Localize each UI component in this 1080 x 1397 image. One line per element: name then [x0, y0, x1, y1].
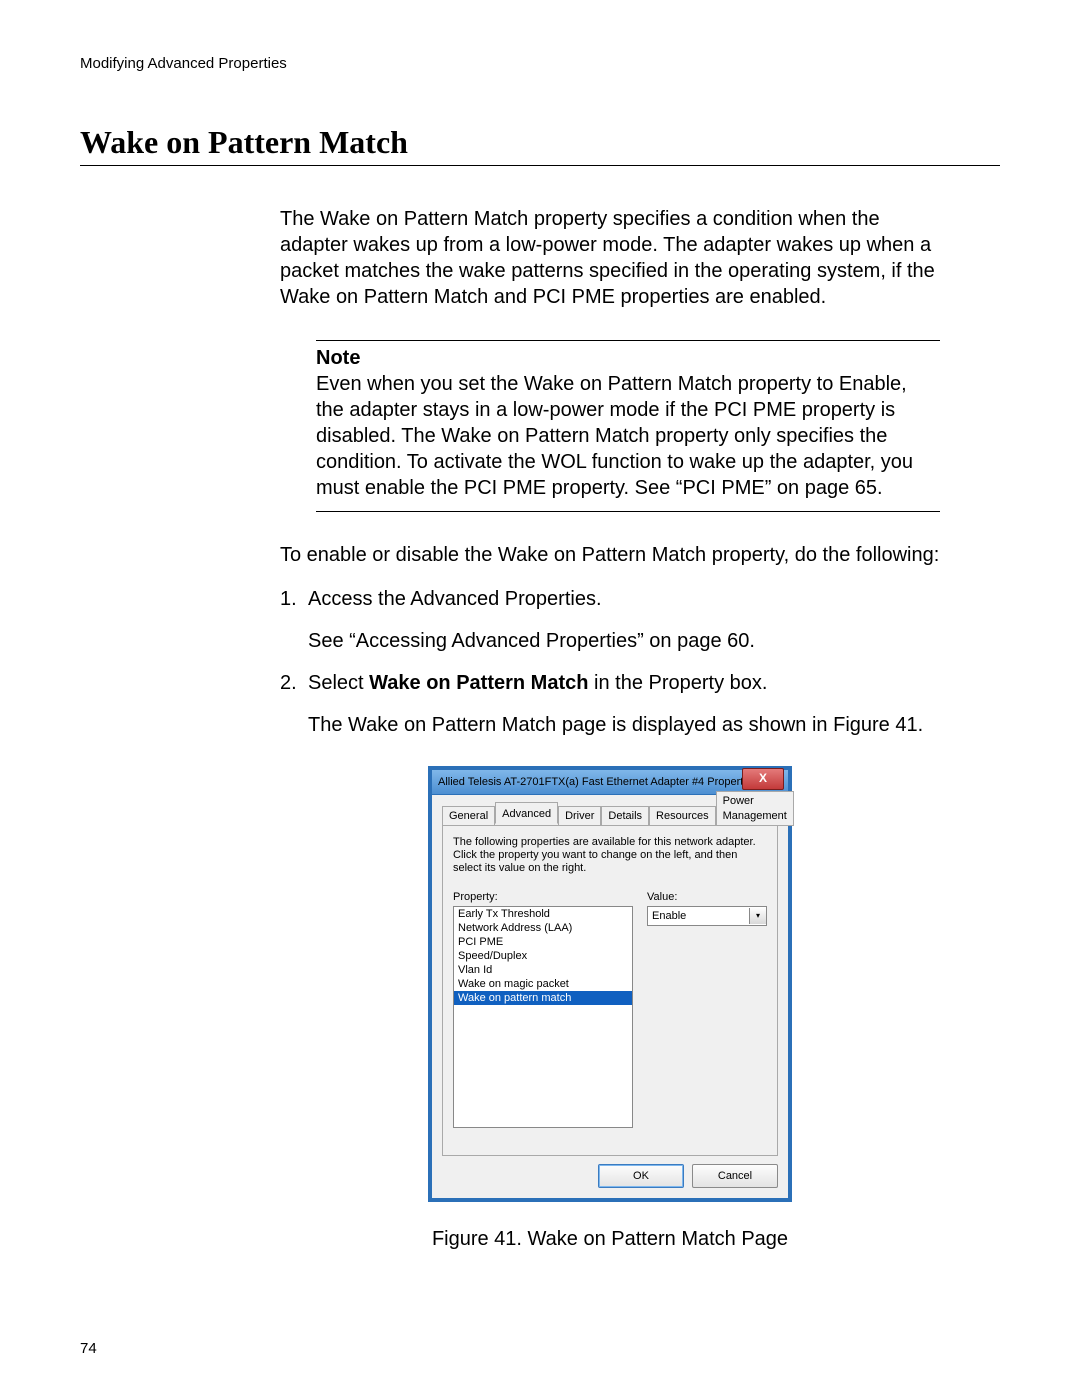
- property-listbox[interactable]: Early Tx Threshold Network Address (LAA)…: [453, 906, 633, 1128]
- value-combobox[interactable]: Enable ▾: [647, 906, 767, 926]
- document-page: Modifying Advanced Properties Wake on Pa…: [0, 0, 1080, 1397]
- content-column: The Wake on Pattern Match property speci…: [280, 206, 940, 1252]
- lead-in-paragraph: To enable or disable the Wake on Pattern…: [280, 542, 940, 568]
- tab-resources[interactable]: Resources: [649, 806, 716, 826]
- ok-button[interactable]: OK: [598, 1164, 684, 1188]
- tab-strip: General Advanced Driver Details Resource…: [442, 803, 778, 826]
- property-column: Property: Early Tx Threshold Network Add…: [453, 890, 633, 1128]
- property-row: Property: Early Tx Threshold Network Add…: [453, 890, 767, 1128]
- step-body: Select Wake on Pattern Match in the Prop…: [308, 670, 940, 696]
- close-icon: X: [759, 771, 767, 787]
- tab-power-management[interactable]: Power Management: [716, 791, 794, 826]
- step-2-bold: Wake on Pattern Match: [369, 672, 588, 694]
- step-2: 2. Select Wake on Pattern Match in the P…: [280, 670, 940, 696]
- step-1: 1. Access the Advanced Properties.: [280, 586, 940, 612]
- dialog-button-row: OK Cancel: [442, 1164, 778, 1188]
- step-2-sub: The Wake on Pattern Match page is displa…: [308, 712, 940, 738]
- rule: [316, 511, 940, 512]
- list-item-selected[interactable]: Wake on pattern match: [454, 991, 632, 1005]
- tab-advanced[interactable]: Advanced: [495, 802, 558, 824]
- step-number: 2.: [280, 670, 308, 696]
- panel-intro-text: The following properties are available f…: [453, 836, 767, 876]
- intro-paragraph: The Wake on Pattern Match property speci…: [280, 206, 940, 310]
- cancel-button[interactable]: Cancel: [692, 1164, 778, 1188]
- section-title: Wake on Pattern Match: [80, 124, 1000, 166]
- value-text: Enable: [648, 909, 749, 923]
- close-button[interactable]: X: [742, 768, 784, 790]
- step-2-pre: Select: [308, 672, 369, 694]
- step-2-post: in the Property box.: [588, 672, 767, 694]
- chevron-down-icon[interactable]: ▾: [749, 908, 766, 924]
- dialog-title: Allied Telesis AT-2701FTX(a) Fast Ethern…: [438, 775, 757, 789]
- advanced-panel: The following properties are available f…: [442, 826, 778, 1156]
- figure-caption: Figure 41. Wake on Pattern Match Page: [280, 1226, 940, 1252]
- note-text: Even when you set the Wake on Pattern Ma…: [316, 371, 940, 501]
- tab-general[interactable]: General: [442, 806, 495, 826]
- list-item[interactable]: Early Tx Threshold: [454, 907, 632, 921]
- running-header: Modifying Advanced Properties: [80, 55, 1000, 72]
- note-box: Note Even when you set the Wake on Patte…: [316, 340, 940, 512]
- list-item[interactable]: PCI PME: [454, 935, 632, 949]
- dialog-wrapper: Allied Telesis AT-2701FTX(a) Fast Ethern…: [280, 766, 940, 1202]
- list-item[interactable]: Wake on magic packet: [454, 977, 632, 991]
- tab-details[interactable]: Details: [601, 806, 649, 826]
- list-item[interactable]: Speed/Duplex: [454, 949, 632, 963]
- page-number: 74: [80, 1340, 97, 1357]
- list-item[interactable]: Vlan Id: [454, 963, 632, 977]
- step-number: 1.: [280, 586, 308, 612]
- dialog-body: General Advanced Driver Details Resource…: [432, 795, 788, 1198]
- rule: [316, 340, 940, 341]
- properties-dialog: Allied Telesis AT-2701FTX(a) Fast Ethern…: [428, 766, 792, 1202]
- step-1-sub: See “Accessing Advanced Properties” on p…: [308, 628, 940, 654]
- value-column: Value: Enable ▾: [647, 890, 767, 1128]
- step-body: Access the Advanced Properties.: [308, 586, 940, 612]
- tab-driver[interactable]: Driver: [558, 806, 601, 826]
- value-label: Value:: [647, 890, 767, 904]
- list-item[interactable]: Network Address (LAA): [454, 921, 632, 935]
- note-heading: Note: [316, 345, 940, 371]
- property-label: Property:: [453, 890, 633, 904]
